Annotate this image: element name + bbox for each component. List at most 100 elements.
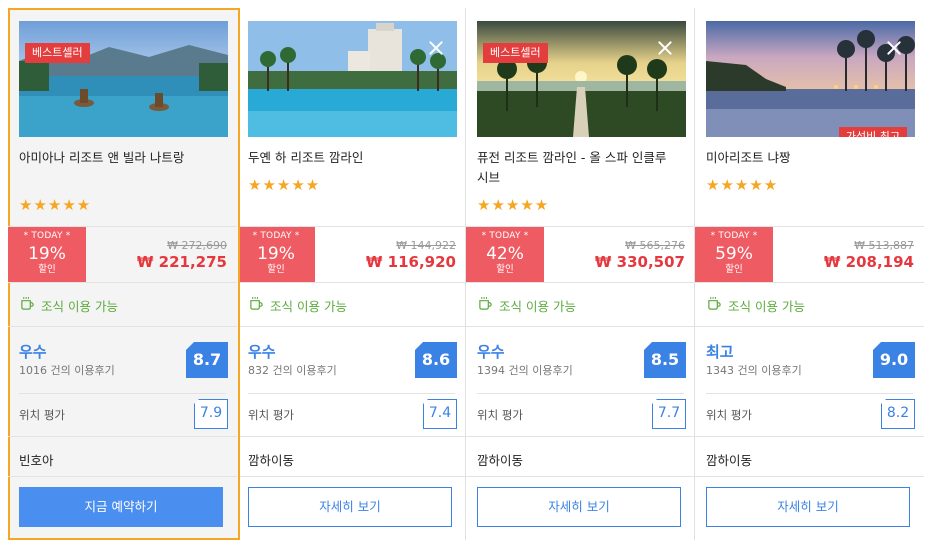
location-score: 7.9 (193, 398, 228, 429)
original-price: ₩ 272,690 (167, 239, 227, 252)
area-name: 깜하이동 (706, 453, 753, 468)
close-icon[interactable] (656, 39, 674, 57)
review-score: 8.6 (415, 342, 457, 378)
area-info: 깜하이동 (237, 436, 466, 476)
divider (706, 393, 913, 394)
hotel-card[interactable]: 가성비 최고 미아리조트 냐짱 ★★★★★ * TODAY * 59% 할인 ₩… (695, 8, 924, 540)
coffee-cup-icon (250, 296, 263, 310)
breakfast-text: 조식 이용 가능 (41, 299, 118, 314)
bestseller-badge: 베스트셀러 (25, 43, 90, 63)
breakfast-info: 조식 이용 가능 (8, 282, 237, 326)
review-count[interactable]: 1394 건의 이용후기 (477, 362, 573, 378)
breakfast-info: 조식 이용 가능 (466, 282, 695, 326)
hotel-card[interactable]: 베스트셀러 아미아나 리조트 앤 빌라 나트랑 ★★★★★ * TODAY * … (8, 8, 240, 540)
review-grade: 우수 (477, 343, 505, 361)
discount-label: 할인 (496, 264, 514, 275)
today-discount-badge: * TODAY * 42% 할인 (466, 227, 544, 283)
star-rating: ★★★★★ (477, 196, 550, 214)
area-name: 빈호아 (19, 453, 54, 468)
review-score: 9.0 (873, 342, 915, 378)
original-price: ₩ 513,887 (854, 239, 914, 252)
area-info: 깜하이동 (695, 436, 924, 476)
area-info: 빈호아 (8, 436, 237, 476)
hotel-photo[interactable]: 가성비 최고 (706, 21, 915, 137)
divider (477, 393, 684, 394)
location-rating-label: 위치 평가 (248, 408, 294, 422)
location-rating-label: 위치 평가 (477, 408, 523, 422)
coffee-cup-icon (479, 296, 492, 310)
review-grade: 우수 (19, 343, 47, 361)
discount-label: 할인 (267, 264, 285, 275)
area-info: 깜하이동 (466, 436, 695, 476)
discount-percent: 19% (28, 244, 66, 264)
price-section: * TODAY * 19% 할인 ₩ 144,922 ₩ 116,920 (237, 226, 466, 283)
final-price: ₩ 221,275 (136, 253, 227, 271)
hotel-card[interactable]: 베스트셀러 퓨전 리조트 깜라인 - 올 스파 인클루시브 ★★★★★ * TO… (466, 8, 695, 540)
coffee-cup-icon (21, 296, 34, 310)
breakfast-info: 조식 이용 가능 (695, 282, 924, 326)
discount-label: 할인 (38, 264, 56, 275)
action-section: 지금 예약하기 (8, 476, 237, 540)
star-rating: ★★★★★ (706, 176, 779, 194)
location-rating-label: 위치 평가 (19, 408, 65, 422)
star-rating: ★★★★★ (248, 176, 321, 194)
bestseller-badge: 베스트셀러 (483, 43, 548, 63)
view-details-button[interactable]: 자세히 보기 (706, 487, 910, 527)
review-section: 최고 1343 건의 이용후기 9.0 위치 평가 8.2 (695, 326, 924, 436)
hotel-name[interactable]: 퓨전 리조트 깜라인 - 올 스파 인클루시브 (477, 148, 677, 188)
review-section: 우수 832 건의 이용후기 8.6 위치 평가 7.4 (237, 326, 466, 436)
view-details-button[interactable]: 자세히 보기 (248, 487, 452, 527)
hotel-name[interactable]: 아미아나 리조트 앤 빌라 나트랑 (19, 148, 219, 168)
view-details-button[interactable]: 자세히 보기 (477, 487, 681, 527)
breakfast-text: 조식 이용 가능 (270, 299, 347, 314)
review-section: 우수 1394 건의 이용후기 8.5 위치 평가 7.7 (466, 326, 695, 436)
best-value-badge: 가성비 최고 (838, 127, 907, 137)
hotel-name[interactable]: 미아리조트 냐짱 (706, 148, 906, 168)
original-price: ₩ 144,922 (396, 239, 456, 252)
price-section: * TODAY * 42% 할인 ₩ 565,276 ₩ 330,507 (466, 226, 695, 283)
price-section: * TODAY * 19% 할인 ₩ 272,690 ₩ 221,275 (8, 226, 237, 283)
review-count[interactable]: 1016 건의 이용후기 (19, 362, 115, 378)
hotel-card[interactable]: 두옌 하 리조트 깜라인 ★★★★★ * TODAY * 19% 할인 ₩ 14… (237, 8, 466, 540)
area-name: 깜하이동 (248, 453, 295, 468)
hotel-photo[interactable]: 베스트셀러 (477, 21, 686, 137)
discount-label: 할인 (725, 264, 743, 275)
review-count[interactable]: 832 건의 이용후기 (248, 362, 337, 378)
action-section: 자세히 보기 (237, 476, 466, 540)
price-section: * TODAY * 59% 할인 ₩ 513,887 ₩ 208,194 (695, 226, 924, 283)
close-icon[interactable] (885, 39, 903, 57)
today-discount-badge: * TODAY * 19% 할인 (237, 227, 315, 283)
today-label: * TODAY * (710, 231, 758, 241)
hotel-photo[interactable] (248, 21, 457, 137)
review-score: 8.5 (644, 342, 686, 378)
final-price: ₩ 208,194 (823, 253, 914, 271)
review-score: 8.7 (186, 342, 228, 378)
discount-percent: 19% (257, 244, 295, 264)
area-name: 깜하이동 (477, 453, 524, 468)
location-rating-label: 위치 평가 (706, 408, 752, 422)
review-grade: 최고 (706, 343, 734, 361)
action-section: 자세히 보기 (695, 476, 924, 540)
review-grade: 우수 (248, 343, 276, 361)
discount-percent: 59% (715, 244, 753, 264)
today-discount-badge: * TODAY * 19% 할인 (8, 227, 86, 283)
review-count[interactable]: 1343 건의 이용후기 (706, 362, 802, 378)
breakfast-text: 조식 이용 가능 (728, 299, 805, 314)
today-label: * TODAY * (23, 231, 71, 241)
today-label: * TODAY * (481, 231, 529, 241)
location-score: 8.2 (880, 398, 915, 429)
location-score: 7.7 (651, 398, 686, 429)
review-section: 우수 1016 건의 이용후기 8.7 위치 평가 7.9 (8, 326, 237, 436)
close-icon[interactable] (427, 39, 445, 57)
original-price: ₩ 565,276 (625, 239, 685, 252)
hotel-photo[interactable]: 베스트셀러 (19, 21, 228, 137)
book-now-button[interactable]: 지금 예약하기 (19, 487, 223, 527)
final-price: ₩ 330,507 (594, 253, 685, 271)
final-price: ₩ 116,920 (365, 253, 456, 271)
divider (19, 393, 226, 394)
breakfast-info: 조식 이용 가능 (237, 282, 466, 326)
divider (248, 393, 455, 394)
hotel-name[interactable]: 두옌 하 리조트 깜라인 (248, 148, 448, 168)
discount-percent: 42% (486, 244, 524, 264)
star-rating: ★★★★★ (19, 196, 92, 214)
